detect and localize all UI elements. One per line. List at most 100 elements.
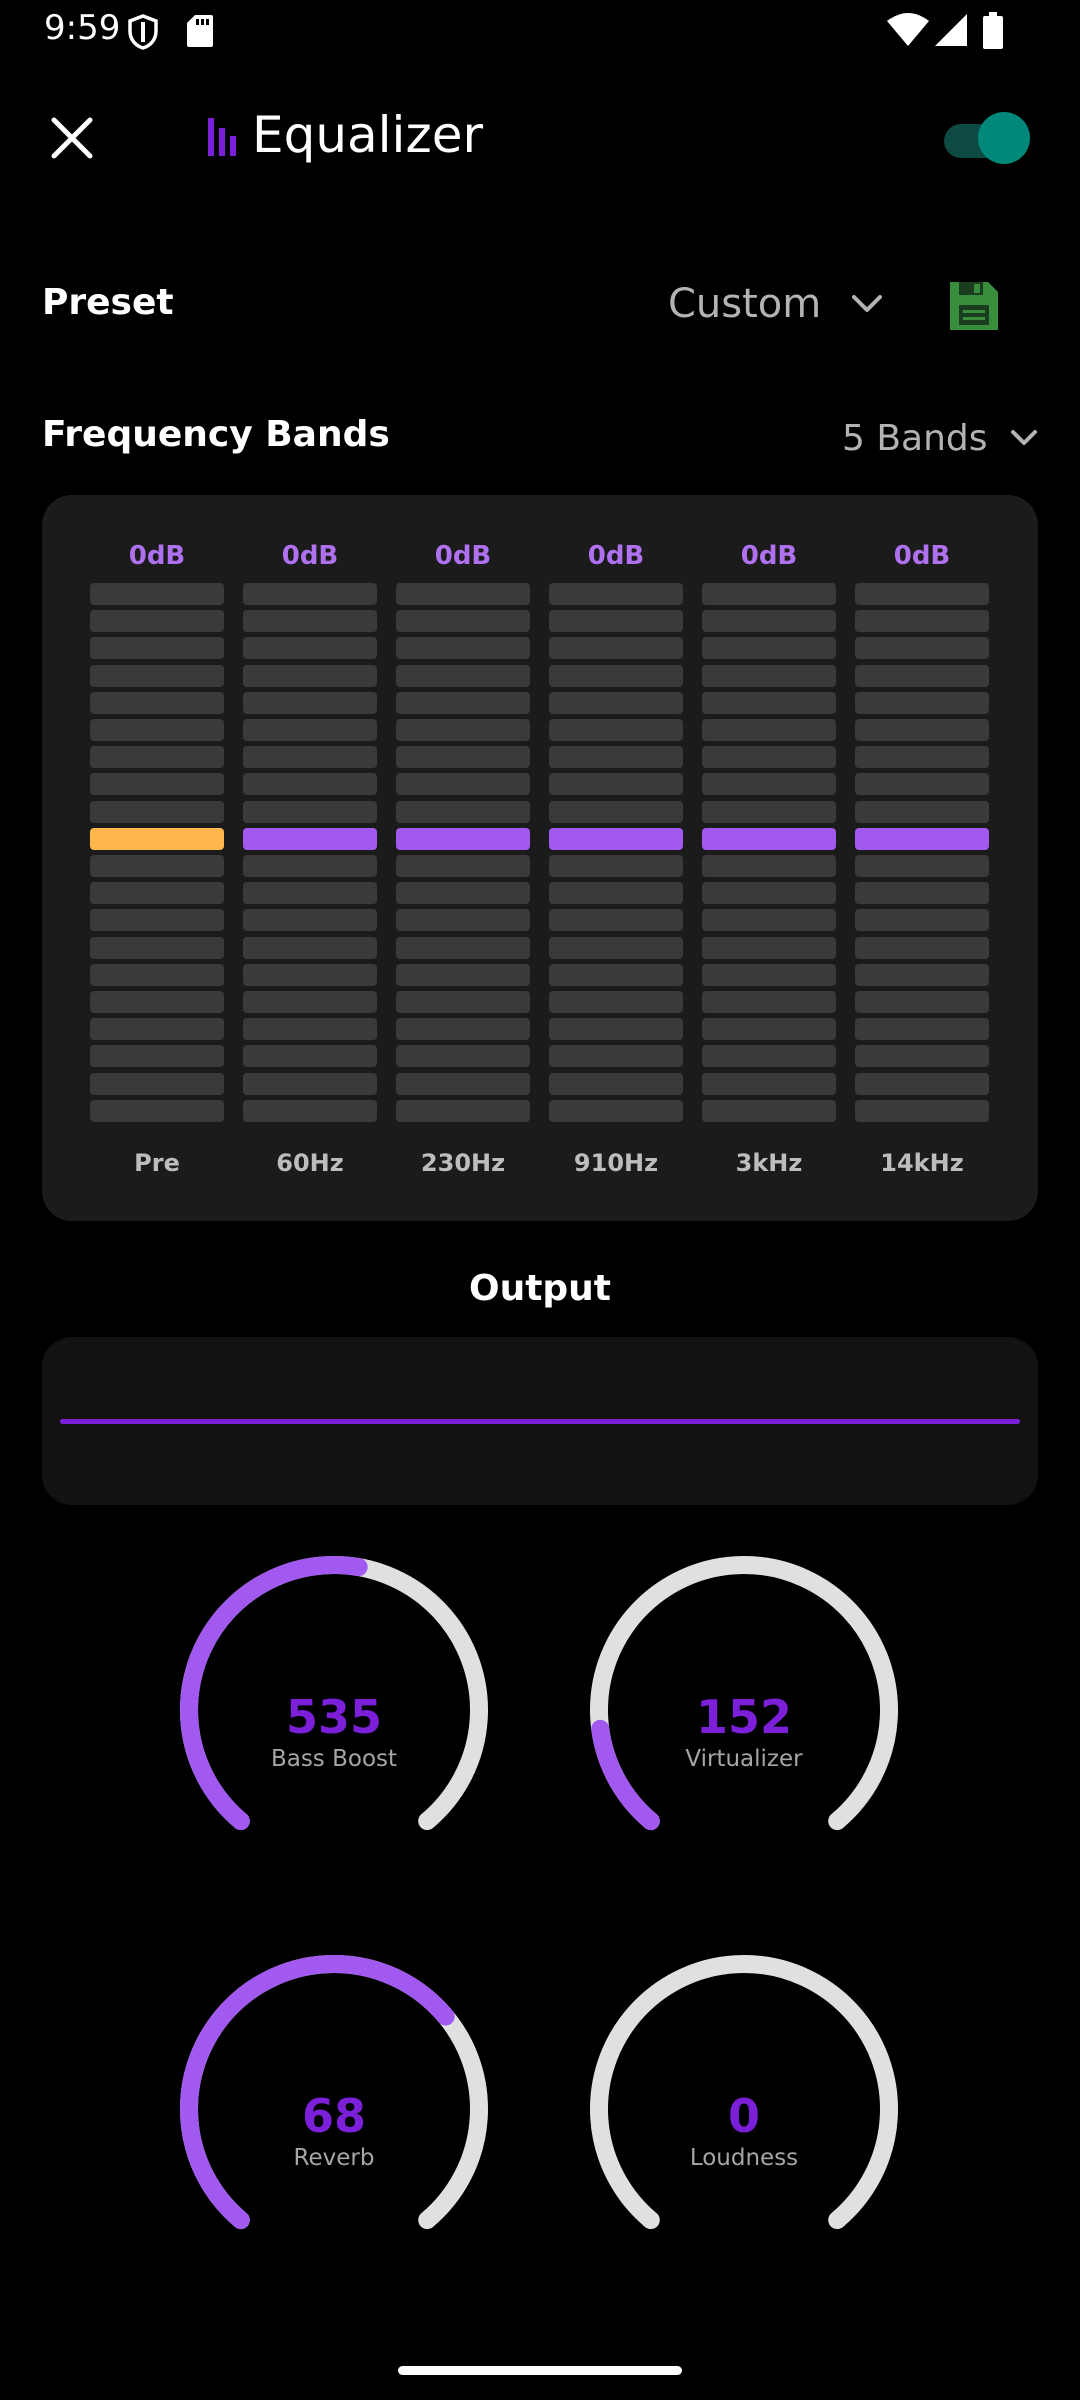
preset-dropdown[interactable]: Custom (668, 276, 883, 332)
band-level-segment (396, 800, 530, 823)
band-level-segment (549, 909, 683, 932)
band-level-segment (90, 936, 224, 959)
band-level-segment (90, 1018, 224, 1041)
eq-band-slider[interactable]: 0dB 230Hz (396, 495, 530, 1221)
reverb-value: 68 (301, 2089, 366, 2143)
band-level-segment (243, 746, 377, 769)
band-level-segment (855, 991, 989, 1013)
band-level-segment (549, 855, 683, 877)
band-level-segment (702, 991, 836, 1013)
band-level-segment (396, 1099, 530, 1122)
band-level-segment (855, 1072, 989, 1095)
reverb-knob[interactable]: 68 Reverb (174, 1949, 494, 2249)
equalizer-panel: 0dB Pre 0dB 60Hz 0dB 230Hz 0dB 910Hz 0dB 3kHz 0dB 1… (42, 495, 1038, 1221)
band-level-thumb (702, 827, 836, 850)
eq-band-slider[interactable]: 0dB 14kHz (855, 495, 989, 1221)
band-level-segment (396, 963, 530, 986)
save-preset-button[interactable] (946, 278, 1002, 334)
band-level-segment (396, 1018, 530, 1041)
equalizer-enable-toggle[interactable] (944, 112, 1030, 164)
equalizer-bars-icon (208, 118, 238, 161)
band-level-segment (243, 882, 377, 905)
signal-icon (934, 12, 968, 53)
band-level-segment (855, 746, 989, 769)
band-level-segment (855, 1018, 989, 1041)
band-frequency-label: 14kHz (880, 1149, 964, 1177)
virtualizer-knob[interactable]: 152 Virtualizer (584, 1550, 904, 1850)
band-level-segment (243, 691, 377, 714)
bands-count-value: 5 Bands (842, 417, 988, 459)
band-level-segment (549, 882, 683, 905)
band-level-segment (855, 882, 989, 905)
band-level-segment (243, 909, 377, 932)
band-level-segment (702, 1072, 836, 1095)
band-level-segment (702, 746, 836, 769)
eq-band-slider[interactable]: 0dB 60Hz (243, 495, 377, 1221)
band-level-segment (549, 719, 683, 741)
eq-band-slider[interactable]: 0dB Pre (90, 495, 224, 1221)
band-level-segment (396, 882, 530, 905)
band-level-segment (549, 1045, 683, 1068)
band-level-segment (702, 691, 836, 714)
band-level-segment (549, 691, 683, 714)
band-level-thumb (549, 827, 683, 850)
wifi-icon (886, 12, 930, 53)
output-title: Output (468, 1268, 612, 1309)
band-db-value: 0dB (128, 541, 186, 571)
band-level-segment (702, 963, 836, 986)
band-level-segment (549, 746, 683, 769)
band-level-segment (90, 1072, 224, 1095)
band-level-segment (243, 963, 377, 986)
output-waveform (60, 1419, 1020, 1424)
loudness-knob[interactable]: 0 Loudness (584, 1949, 904, 2249)
status-time: 9:59 (44, 8, 121, 48)
band-level-segment (243, 936, 377, 959)
close-icon (51, 117, 93, 159)
band-db-value: 0dB (893, 541, 951, 571)
close-button[interactable] (40, 106, 104, 170)
bass-boost-knob[interactable]: 535 Bass Boost (174, 1550, 494, 1850)
band-level-segment (396, 610, 530, 633)
band-frequency-label: 3kHz (735, 1149, 803, 1177)
band-level-segment (855, 1099, 989, 1122)
band-level-segment (855, 664, 989, 687)
band-level-segment (243, 1099, 377, 1122)
band-db-value: 0dB (434, 541, 492, 571)
band-level-segment (243, 800, 377, 823)
band-level-segment (702, 1018, 836, 1041)
band-level-segment (396, 855, 530, 877)
bands-count-dropdown[interactable]: 5 Bands (842, 412, 1038, 464)
home-indicator[interactable] (398, 2366, 682, 2375)
band-level-segment (702, 664, 836, 687)
band-level-segment (855, 583, 989, 605)
band-level-segment (549, 637, 683, 660)
eq-band-slider[interactable]: 0dB 910Hz (549, 495, 683, 1221)
band-level-segment (243, 1045, 377, 1068)
eq-band-slider[interactable]: 0dB 3kHz (702, 495, 836, 1221)
band-db-value: 0dB (587, 541, 645, 571)
band-level-segment (90, 1099, 224, 1122)
band-level-segment (243, 1018, 377, 1041)
band-level-segment (243, 610, 377, 633)
band-level-segment (396, 583, 530, 605)
band-level-segment (243, 583, 377, 605)
sd-card-icon (186, 14, 214, 53)
band-level-segment (243, 773, 377, 796)
band-level-segment (396, 691, 530, 714)
loudness-value: 0 (727, 2089, 760, 2143)
band-level-segment (549, 936, 683, 959)
save-icon (950, 282, 998, 330)
band-level-segment (90, 746, 224, 769)
band-level-segment (855, 909, 989, 932)
band-level-segment (702, 936, 836, 959)
band-level-segment (549, 664, 683, 687)
band-frequency-label: Pre (134, 1149, 180, 1177)
loudness-label: Loudness (689, 2145, 799, 2171)
band-level-segment (90, 583, 224, 605)
band-level-segment (549, 1072, 683, 1095)
page-title: Equalizer (252, 106, 484, 164)
band-level-segment (90, 882, 224, 905)
band-level-segment (396, 637, 530, 660)
band-level-segment (396, 991, 530, 1013)
band-level-segment (702, 773, 836, 796)
